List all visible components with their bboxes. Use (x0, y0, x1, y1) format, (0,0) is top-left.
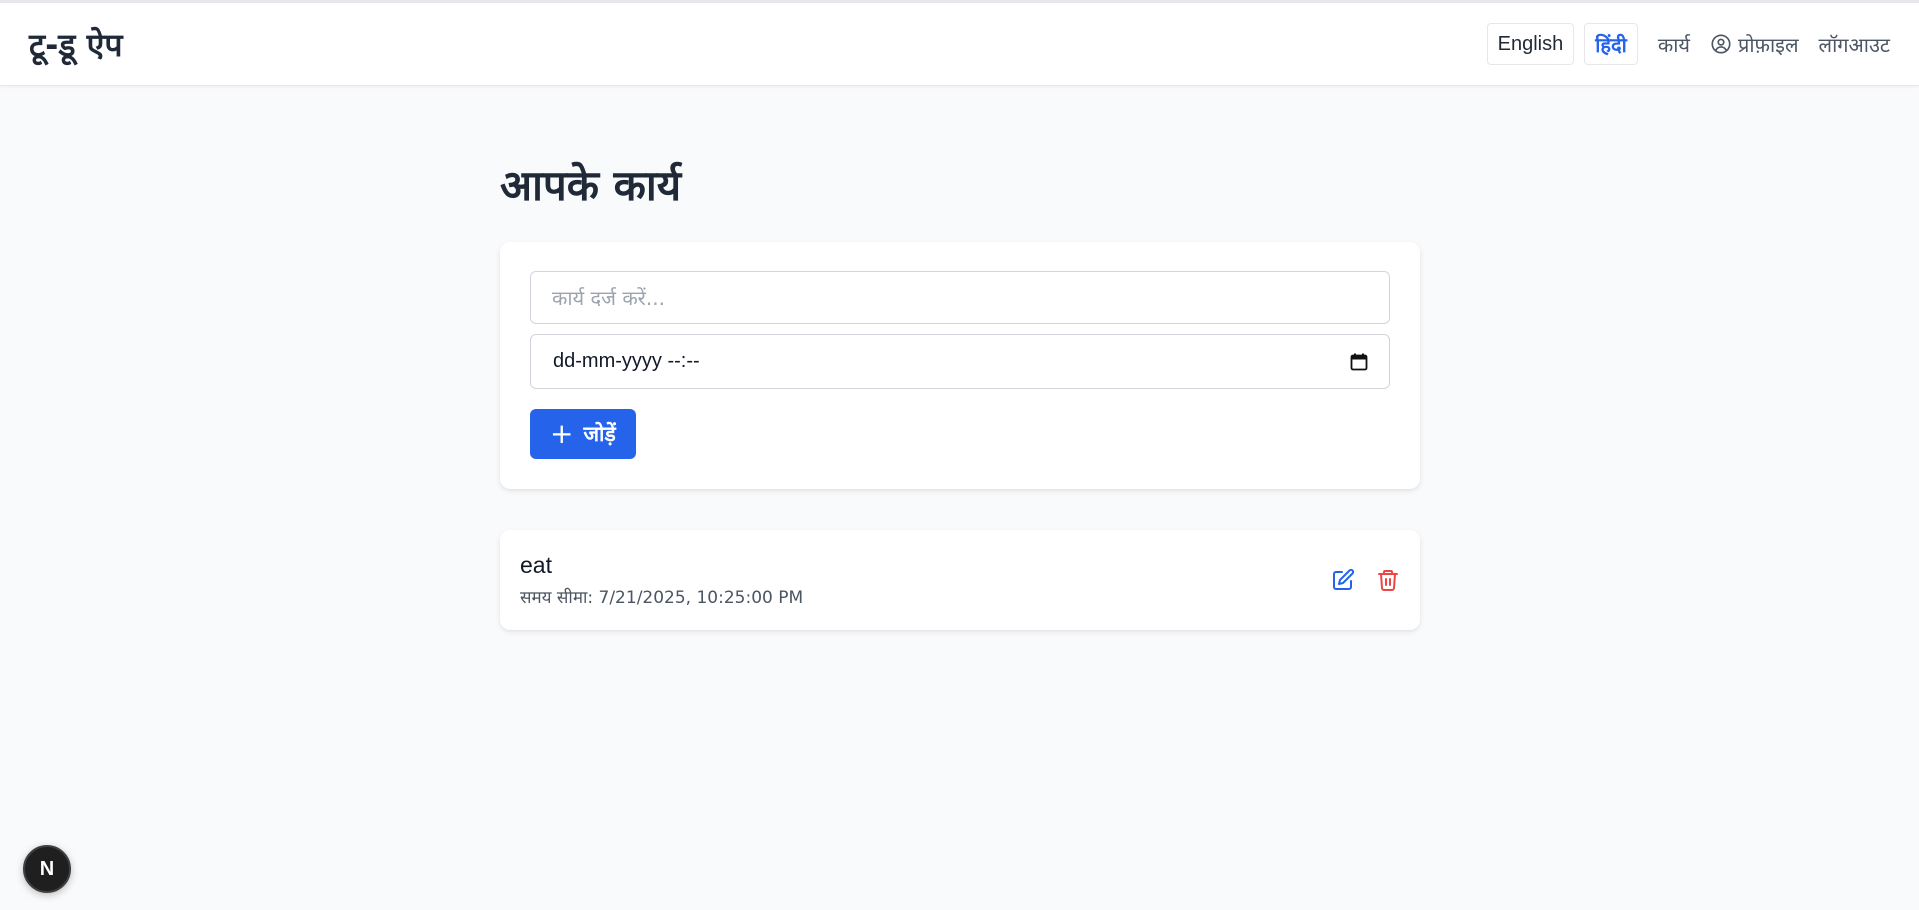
plus-icon: + (550, 417, 574, 450)
task-actions (1330, 568, 1400, 593)
main-content: आपके कार्य dd-mm-yyyy --:-- + जोड़ें eat… (500, 150, 1420, 630)
nav-logout-link[interactable]: लॉगआउट (1819, 31, 1890, 58)
pencil-square-icon (1332, 568, 1354, 590)
due-datetime-placeholder: dd-mm-yyyy --:-- (553, 350, 700, 372)
top-navbar: टू-डू ऐप English हिंदी कार्य प्रोफ़ाइल ल… (0, 0, 1919, 86)
nav-profile-link[interactable]: प्रोफ़ाइल (1710, 31, 1799, 58)
add-task-button[interactable]: + जोड़ें (530, 409, 636, 459)
nextjs-dev-badge[interactable]: N (23, 845, 71, 893)
page-title: आपके कार्य (500, 161, 682, 210)
task-title: eat (520, 552, 552, 578)
add-task-form: dd-mm-yyyy --:-- + जोड़ें (500, 242, 1420, 489)
due-datetime-input[interactable]: dd-mm-yyyy --:-- (530, 334, 1390, 389)
delete-task-button[interactable] (1375, 568, 1400, 593)
add-task-label: जोड़ें (583, 422, 616, 446)
language-hindi-button[interactable]: हिंदी (1584, 23, 1638, 65)
nav-tasks-label: कार्य (1657, 32, 1690, 57)
trash-icon (1377, 570, 1398, 591)
task-info: eat समय सीमा: 7/21/2025, 10:25:00 PM (520, 552, 803, 608)
task-item: eat समय सीमा: 7/21/2025, 10:25:00 PM (500, 530, 1420, 630)
edit-task-button[interactable] (1330, 568, 1355, 593)
nav-logout-label: लॉगआउट (1818, 32, 1890, 57)
task-due-date: समय सीमा: 7/21/2025, 10:25:00 PM (520, 588, 804, 608)
nav-profile-label: प्रोफ़ाइल (1737, 32, 1799, 57)
app-brand[interactable]: टू-डू ऐप (29, 23, 123, 66)
calendar-icon[interactable] (1349, 352, 1369, 372)
user-circle-icon (1710, 33, 1732, 55)
task-input[interactable] (530, 271, 1390, 324)
nav-right: English हिंदी कार्य प्रोफ़ाइल लॉगआउट (1486, 23, 1890, 65)
language-english-button[interactable]: English (1486, 23, 1575, 65)
nav-tasks-link[interactable]: कार्य (1658, 31, 1690, 58)
